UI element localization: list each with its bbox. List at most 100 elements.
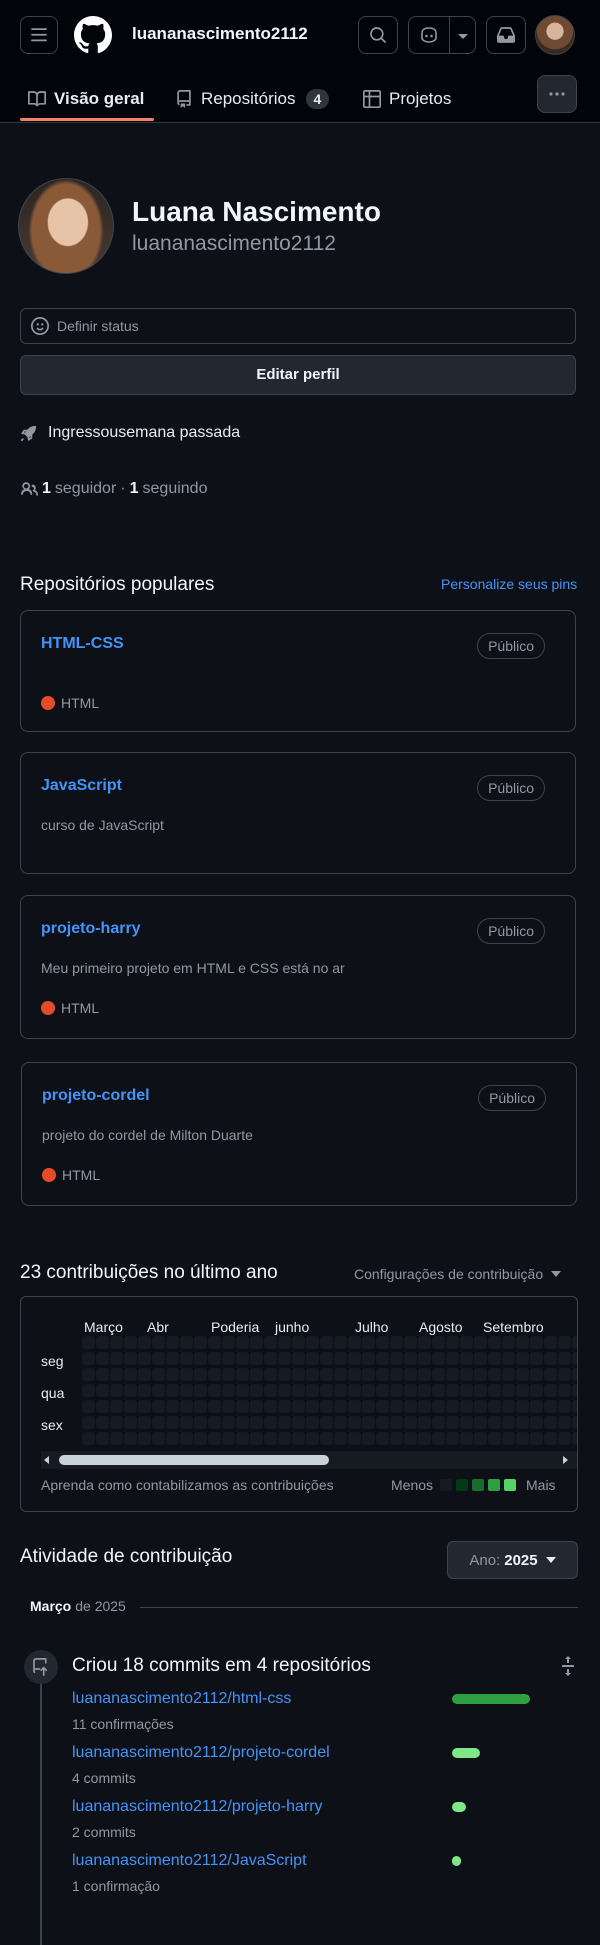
contribution-day-cell[interactable] <box>390 1368 403 1381</box>
contribution-day-cell[interactable] <box>96 1400 109 1413</box>
contribution-day-cell[interactable] <box>488 1432 501 1445</box>
contribution-day-cell[interactable] <box>236 1368 249 1381</box>
contribution-day-cell[interactable] <box>530 1336 543 1349</box>
contribution-day-cell[interactable] <box>488 1384 501 1397</box>
contribution-day-cell[interactable] <box>82 1400 95 1413</box>
contribution-day-cell[interactable] <box>502 1352 515 1365</box>
contribution-day-cell[interactable] <box>250 1336 263 1349</box>
activity-commit-count[interactable]: 2 commits <box>72 1824 136 1840</box>
contribution-day-cell[interactable] <box>166 1336 179 1349</box>
contribution-day-cell[interactable] <box>544 1400 557 1413</box>
contribution-day-cell[interactable] <box>96 1416 109 1429</box>
contribution-day-cell[interactable] <box>460 1384 473 1397</box>
contribution-day-cell[interactable] <box>96 1432 109 1445</box>
contribution-day-cell[interactable] <box>306 1352 319 1365</box>
followers-count[interactable]: 1 <box>42 480 51 498</box>
contribution-day-cell[interactable] <box>320 1368 333 1381</box>
contribution-day-cell[interactable] <box>236 1352 249 1365</box>
contribution-day-cell[interactable] <box>306 1384 319 1397</box>
contribution-day-cell[interactable] <box>236 1416 249 1429</box>
contribution-day-cell[interactable] <box>138 1416 151 1429</box>
contribution-day-cell[interactable] <box>166 1400 179 1413</box>
contribution-day-cell[interactable] <box>418 1336 431 1349</box>
contribution-day-cell[interactable] <box>166 1352 179 1365</box>
menu-button[interactable] <box>20 16 58 54</box>
contribution-day-cell[interactable] <box>474 1432 487 1445</box>
contribution-day-cell[interactable] <box>474 1368 487 1381</box>
contribution-day-cell[interactable] <box>208 1336 221 1349</box>
contribution-day-cell[interactable] <box>96 1368 109 1381</box>
more-tabs-button[interactable] <box>537 75 577 113</box>
contribution-day-cell[interactable] <box>236 1336 249 1349</box>
inbox-button[interactable] <box>486 16 526 54</box>
contribution-day-cell[interactable] <box>180 1400 193 1413</box>
contribution-day-cell[interactable] <box>474 1416 487 1429</box>
contribution-day-cell[interactable] <box>404 1432 417 1445</box>
contribution-day-cell[interactable] <box>334 1432 347 1445</box>
contribution-day-cell[interactable] <box>502 1336 515 1349</box>
contribution-day-cell[interactable] <box>516 1336 529 1349</box>
activity-repo-link[interactable]: luananascimento2112/JavaScript <box>72 1852 307 1870</box>
fold-icon[interactable] <box>560 1656 576 1676</box>
contribution-day-cell[interactable] <box>376 1352 389 1365</box>
contribution-day-cell[interactable] <box>124 1384 137 1397</box>
contribution-day-cell[interactable] <box>292 1352 305 1365</box>
contribution-day-cell[interactable] <box>320 1336 333 1349</box>
contribution-day-cell[interactable] <box>558 1368 571 1381</box>
followers-label[interactable]: seguidor <box>55 480 116 498</box>
contribution-day-cell[interactable] <box>82 1432 95 1445</box>
contribution-day-cell[interactable] <box>138 1384 151 1397</box>
contribution-day-cell[interactable] <box>460 1416 473 1429</box>
contribution-day-cell[interactable] <box>334 1400 347 1413</box>
contribution-day-cell[interactable] <box>432 1416 445 1429</box>
contribution-day-cell[interactable] <box>236 1400 249 1413</box>
contribution-day-cell[interactable] <box>488 1336 501 1349</box>
search-button[interactable] <box>358 16 398 54</box>
contribution-day-cell[interactable] <box>530 1432 543 1445</box>
contribution-day-cell[interactable] <box>446 1416 459 1429</box>
contribution-day-cell[interactable] <box>110 1384 123 1397</box>
contribution-day-cell[interactable] <box>152 1432 165 1445</box>
contribution-day-cell[interactable] <box>96 1384 109 1397</box>
contribution-day-cell[interactable] <box>390 1336 403 1349</box>
contribution-day-cell[interactable] <box>460 1432 473 1445</box>
contribution-day-cell[interactable] <box>474 1384 487 1397</box>
contribution-day-cell[interactable] <box>320 1432 333 1445</box>
activity-repo-link[interactable]: luananascimento2112/projeto-cordel <box>72 1744 330 1762</box>
contribution-day-cell[interactable] <box>194 1416 207 1429</box>
contribution-day-cell[interactable] <box>432 1352 445 1365</box>
contribution-day-cell[interactable] <box>474 1352 487 1365</box>
contribution-day-cell[interactable] <box>362 1432 375 1445</box>
contribution-day-cell[interactable] <box>82 1368 95 1381</box>
contribution-day-cell[interactable] <box>516 1400 529 1413</box>
contribution-day-cell[interactable] <box>362 1368 375 1381</box>
contribution-day-cell[interactable] <box>110 1368 123 1381</box>
contribution-day-cell[interactable] <box>418 1416 431 1429</box>
contribution-day-cell[interactable] <box>558 1384 571 1397</box>
contribution-day-cell[interactable] <box>544 1416 557 1429</box>
contribution-day-cell[interactable] <box>138 1352 151 1365</box>
contribution-day-cell[interactable] <box>418 1352 431 1365</box>
contribution-day-cell[interactable] <box>110 1336 123 1349</box>
contribution-day-cell[interactable] <box>404 1336 417 1349</box>
contribution-day-cell[interactable] <box>110 1416 123 1429</box>
contribution-day-cell[interactable] <box>166 1432 179 1445</box>
contribution-day-cell[interactable] <box>572 1352 577 1365</box>
contribution-day-cell[interactable] <box>250 1432 263 1445</box>
contribution-day-cell[interactable] <box>222 1336 235 1349</box>
contribution-day-cell[interactable] <box>152 1416 165 1429</box>
contribution-day-cell[interactable] <box>82 1352 95 1365</box>
contribution-day-cell[interactable] <box>264 1416 277 1429</box>
activity-commit-count[interactable]: 1 confirmação <box>72 1878 160 1894</box>
contribution-day-cell[interactable] <box>390 1400 403 1413</box>
contribution-day-cell[interactable] <box>446 1384 459 1397</box>
contribution-day-cell[interactable] <box>376 1336 389 1349</box>
contribution-day-cell[interactable] <box>124 1368 137 1381</box>
contribution-day-cell[interactable] <box>516 1368 529 1381</box>
contribution-day-cell[interactable] <box>376 1416 389 1429</box>
contribution-day-cell[interactable] <box>180 1336 193 1349</box>
contribution-day-cell[interactable] <box>208 1352 221 1365</box>
contribution-day-cell[interactable] <box>572 1432 577 1445</box>
following-label[interactable]: seguindo <box>143 480 208 498</box>
contribution-day-cell[interactable] <box>152 1336 165 1349</box>
